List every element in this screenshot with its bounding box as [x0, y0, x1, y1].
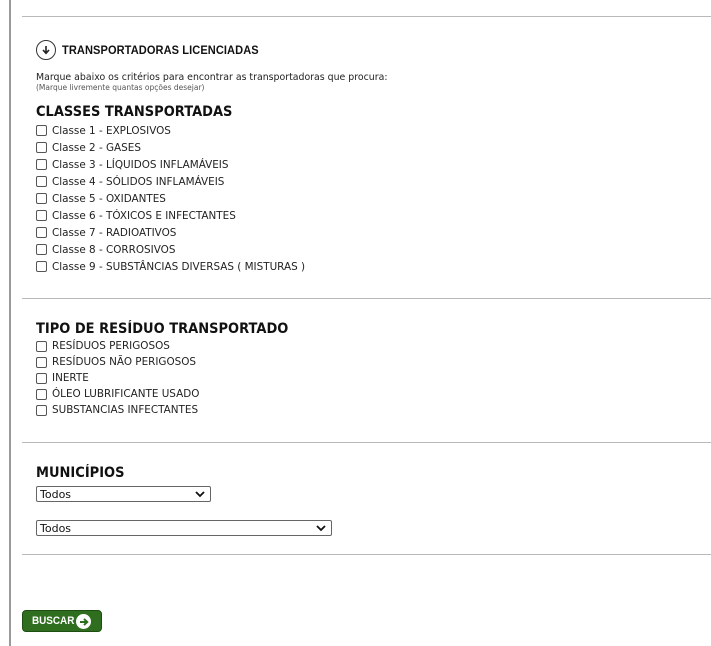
checkbox[interactable]: [36, 227, 47, 238]
municipios-heading: MUNICÍPIOS: [36, 465, 125, 481]
class-option[interactable]: Classe 1 - EXPLOSIVOS: [36, 122, 711, 139]
checkbox[interactable]: [36, 388, 47, 400]
residuo-option[interactable]: RESÍDUOS PERIGOSOS: [36, 338, 711, 354]
circle-arrow-right-icon: [76, 614, 91, 629]
checkbox[interactable]: [36, 261, 47, 272]
classes-checklist: Classe 1 - EXPLOSIVOS Classe 2 - GASES C…: [36, 122, 711, 275]
residuo-option[interactable]: ÓLEO LUBRIFICANTE USADO: [36, 386, 711, 402]
residuo-label: INERTE: [52, 372, 89, 384]
residuos-heading: TIPO DE RESÍDUO TRANSPORTADO: [36, 321, 289, 337]
class-label: Classe 3 - LÍQUIDOS INFLAMÁVEIS: [52, 158, 229, 171]
municipio-select[interactable]: Todos: [36, 486, 211, 502]
class-label: Classe 5 - OXIDANTES: [52, 192, 166, 205]
checkbox[interactable]: [36, 176, 47, 187]
top-divider: [22, 16, 711, 17]
class-option[interactable]: Classe 2 - GASES: [36, 139, 711, 156]
class-label: Classe 8 - CORROSIVOS: [52, 243, 176, 256]
class-option[interactable]: Classe 6 - TÓXICOS E INFECTANTES: [36, 207, 711, 224]
class-option[interactable]: Classe 9 - SUBSTÂNCIAS DIVERSAS ( MISTUR…: [36, 258, 711, 275]
class-label: Classe 7 - RADIOATIVOS: [52, 226, 177, 239]
class-option[interactable]: Classe 7 - RADIOATIVOS: [36, 224, 711, 241]
class-option[interactable]: Classe 4 - SÓLIDOS INFLAMÁVEIS: [36, 173, 711, 190]
checkbox[interactable]: [36, 372, 47, 384]
class-label: Classe 4 - SÓLIDOS INFLAMÁVEIS: [52, 175, 225, 188]
chevron-down-icon: [316, 525, 326, 532]
search-button-label: BUSCAR: [32, 615, 75, 627]
class-label: Classe 1 - EXPLOSIVOS: [52, 124, 171, 137]
chevron-down-icon: [195, 491, 205, 498]
checkbox[interactable]: [36, 125, 47, 136]
checkbox[interactable]: [36, 340, 47, 352]
checkbox[interactable]: [36, 210, 47, 221]
instruction-text: Marque abaixo os critérios para encontra…: [36, 72, 388, 83]
residuo-option[interactable]: INERTE: [36, 370, 711, 386]
residuo-label: RESÍDUOS NÃO PERIGOSOS: [52, 356, 197, 368]
checkbox[interactable]: [36, 159, 47, 170]
select-value: Todos: [40, 487, 72, 501]
checkbox[interactable]: [36, 142, 47, 153]
class-label: Classe 2 - GASES: [52, 141, 141, 154]
class-option[interactable]: Classe 8 - CORROSIVOS: [36, 241, 711, 258]
residuo-label: SUBSTANCIAS INFECTANTES: [52, 404, 199, 416]
search-form: TRANSPORTADORAS LICENCIADAS Marque abaix…: [22, 0, 711, 555]
residuo-label: ÓLEO LUBRIFICANTE USADO: [52, 388, 200, 400]
class-option[interactable]: Classe 5 - OXIDANTES: [36, 190, 711, 207]
circle-arrow-down-icon: [36, 40, 56, 60]
left-border-rule: [9, 0, 11, 646]
section-divider: [22, 554, 711, 555]
section-divider: [22, 298, 711, 299]
instruction-note: (Marque livremente quantas opções deseja…: [36, 83, 205, 92]
section-divider: [22, 442, 711, 443]
class-label: Classe 6 - TÓXICOS E INFECTANTES: [52, 209, 236, 222]
residuo-label: RESÍDUOS PERIGOSOS: [52, 340, 170, 352]
page-title: TRANSPORTADORAS LICENCIADAS: [62, 43, 259, 57]
select-value: Todos: [40, 521, 72, 535]
class-option[interactable]: Classe 3 - LÍQUIDOS INFLAMÁVEIS: [36, 156, 711, 173]
municipio-secondary-select[interactable]: Todos: [36, 520, 332, 536]
classes-heading: CLASSES TRANSPORTADAS: [36, 104, 233, 120]
residuo-option[interactable]: SUBSTANCIAS INFECTANTES: [36, 402, 711, 418]
page-header: TRANSPORTADORAS LICENCIADAS: [36, 40, 711, 60]
checkbox[interactable]: [36, 193, 47, 204]
checkbox[interactable]: [36, 244, 47, 255]
checkbox[interactable]: [36, 356, 47, 368]
class-label: Classe 9 - SUBSTÂNCIAS DIVERSAS ( MISTUR…: [52, 260, 306, 273]
residuos-checklist: RESÍDUOS PERIGOSOS RESÍDUOS NÃO PERIGOSO…: [36, 338, 711, 418]
checkbox[interactable]: [36, 404, 47, 416]
search-button[interactable]: BUSCAR: [22, 610, 102, 632]
residuo-option[interactable]: RESÍDUOS NÃO PERIGOSOS: [36, 354, 711, 370]
